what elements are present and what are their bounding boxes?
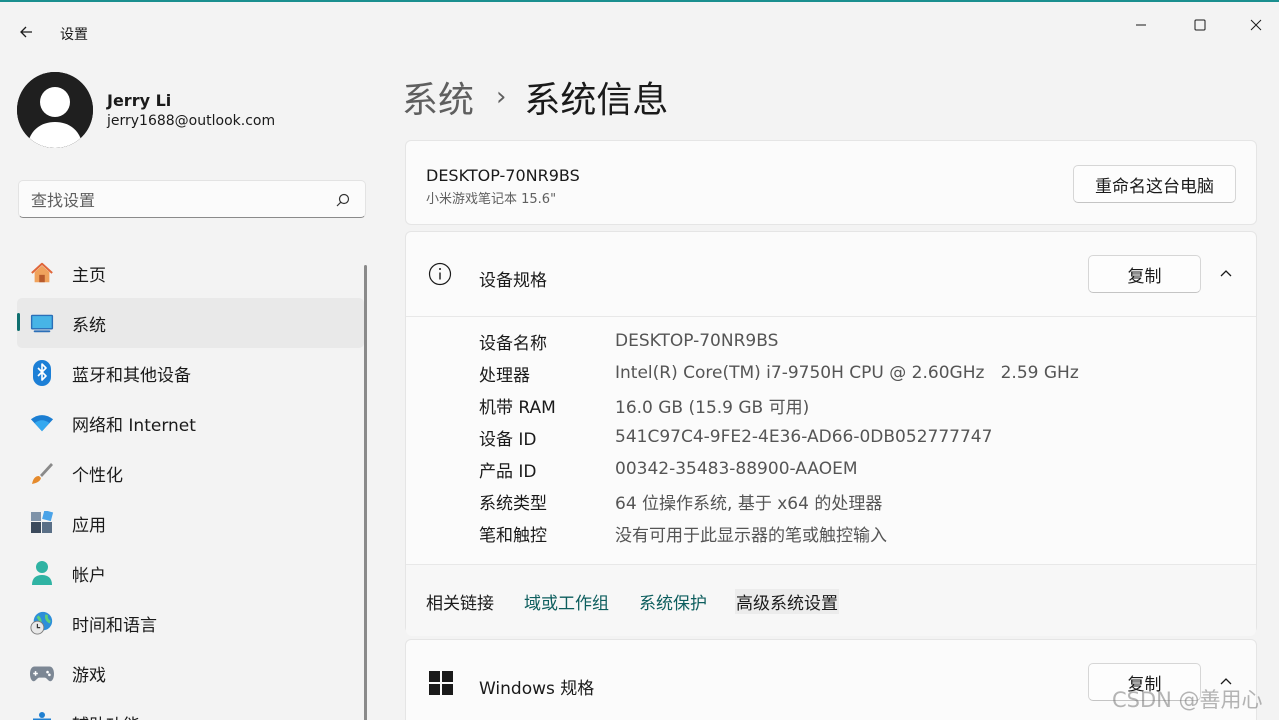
- apps-icon: [30, 511, 54, 535]
- sidebar-item-personalization[interactable]: 个性化: [17, 448, 364, 498]
- title-bar: 设置: [0, 2, 1279, 43]
- sidebar-item-gaming[interactable]: 游戏: [17, 648, 364, 698]
- minimize-icon: [1136, 24, 1146, 26]
- sidebar-scrollbar[interactable]: [364, 265, 367, 720]
- device-specs-card: 设备规格 复制 设备名称 DESKTOP-70NR9BS 处理器 Intel(R…: [405, 231, 1257, 636]
- sidebar-item-accounts[interactable]: 帐户: [17, 548, 364, 598]
- account-icon: [30, 561, 54, 585]
- breadcrumb-parent[interactable]: 系统: [402, 71, 474, 123]
- user-avatar-icon: [17, 72, 93, 148]
- globe-clock-icon: [30, 611, 54, 635]
- windows-specs-title: Windows 规格: [479, 679, 595, 699]
- device-name-card: DESKTOP-70NR9BS 小米游戏笔记本 15.6" 重命名这台电脑: [405, 140, 1257, 225]
- spec-row-device-name: 设备名称 DESKTOP-70NR9BS: [479, 327, 778, 355]
- search-box[interactable]: [18, 180, 366, 218]
- back-arrow-icon: [20, 26, 32, 38]
- related-links-label: 相关链接: [426, 594, 494, 614]
- spec-row-pen-touch: 笔和触控 没有可用于此显示器的笔或触控输入: [479, 519, 887, 547]
- chevron-up-icon: [1220, 270, 1232, 277]
- windows-logo-icon: [429, 671, 453, 695]
- sidebar-nav: 主页 系统 蓝牙和其他设备 网络和 Internet 个性化 应用 帐户 时间和…: [17, 248, 364, 720]
- home-icon: [30, 261, 54, 285]
- sidebar-item-apps[interactable]: 应用: [17, 498, 364, 548]
- spec-key: 系统类型: [479, 493, 547, 514]
- sidebar-item-label: 游戏: [72, 665, 106, 686]
- domain-workgroup-link[interactable]: 域或工作组: [524, 589, 609, 614]
- spec-value: 64 位操作系统, 基于 x64 的处理器: [615, 493, 883, 514]
- spec-row-device-id: 设备 ID 541C97C4-9FE2-4E36-AD66-0DB0527777…: [479, 423, 992, 451]
- info-icon: [428, 262, 452, 286]
- sidebar-item-home[interactable]: 主页: [17, 248, 364, 298]
- back-button[interactable]: [12, 18, 40, 46]
- spec-value: 没有可用于此显示器的笔或触控输入: [615, 525, 887, 546]
- user-name: Jerry Li: [107, 91, 172, 110]
- sidebar-item-time-language[interactable]: 时间和语言: [17, 598, 364, 648]
- wifi-icon: [30, 411, 54, 435]
- spec-key: 笔和触控: [479, 525, 547, 546]
- collapse-specs-button[interactable]: [1216, 264, 1236, 284]
- user-email: jerry1688@outlook.com: [107, 113, 276, 129]
- spec-key: 机带 RAM: [479, 397, 556, 418]
- spec-key: 设备名称: [479, 333, 547, 354]
- active-indicator: [17, 313, 20, 331]
- breadcrumb-separator: ›: [496, 82, 507, 112]
- device-model: 小米游戏笔记本 15.6": [426, 192, 557, 207]
- spec-value: 16.0 GB (15.9 GB 可用): [615, 397, 810, 418]
- device-name: DESKTOP-70NR9BS: [426, 166, 580, 185]
- avatar[interactable]: [17, 72, 93, 148]
- page-title: 系统信息: [524, 80, 669, 121]
- spec-key: 产品 ID: [479, 461, 537, 482]
- copy-specs-button[interactable]: 复制: [1088, 255, 1201, 293]
- bluetooth-icon: [30, 360, 54, 386]
- sidebar-item-network[interactable]: 网络和 Internet: [17, 398, 364, 448]
- divider: [406, 316, 1256, 317]
- app-title: 设置: [60, 27, 88, 43]
- device-specs-title: 设备规格: [479, 271, 547, 291]
- sidebar-item-label: 网络和 Internet: [72, 415, 196, 436]
- spec-row-system-type: 系统类型 64 位操作系统, 基于 x64 的处理器: [479, 487, 882, 515]
- breadcrumb: 系统 › 系统信息: [402, 72, 668, 122]
- sidebar-item-bluetooth[interactable]: 蓝牙和其他设备: [17, 348, 364, 398]
- gamepad-icon: [30, 661, 54, 685]
- system-protection-link[interactable]: 系统保护: [639, 589, 707, 614]
- spec-value: 541C97C4-9FE2-4E36-AD66-0DB052777747: [615, 427, 993, 447]
- sidebar-item-label: 帐户: [72, 565, 106, 586]
- sidebar-item-system[interactable]: 系统: [17, 298, 364, 348]
- spec-value: DESKTOP-70NR9BS: [615, 331, 779, 351]
- spec-key: 处理器: [479, 365, 530, 386]
- brush-icon: [30, 461, 54, 485]
- system-icon: [30, 311, 54, 335]
- rename-pc-button[interactable]: 重命名这台电脑: [1073, 165, 1236, 203]
- spec-value: 00342-35483-88900-AAOEM: [615, 459, 858, 479]
- sidebar-item-label: 系统: [72, 315, 106, 336]
- spec-value: Intel(R) Core(TM) i7-9750H CPU @ 2.60GHz…: [615, 363, 1079, 383]
- spec-row-ram: 机带 RAM 16.0 GB (15.9 GB 可用): [479, 391, 809, 419]
- sidebar-item-label: 辅助功能: [72, 711, 140, 720]
- maximize-button[interactable]: [1177, 10, 1223, 40]
- sidebar-item-label: 蓝牙和其他设备: [72, 365, 191, 386]
- spec-row-product-id: 产品 ID 00342-35483-88900-AAOEM: [479, 455, 858, 483]
- spec-row-processor: 处理器 Intel(R) Core(TM) i7-9750H CPU @ 2.6…: [479, 359, 1079, 387]
- minimize-button[interactable]: [1118, 10, 1164, 40]
- accessibility-icon: [30, 711, 54, 720]
- sidebar-item-label: 应用: [72, 515, 106, 536]
- search-icon[interactable]: [335, 192, 351, 208]
- sidebar-item-accessibility[interactable]: 辅助功能: [17, 698, 364, 720]
- search-input[interactable]: [31, 189, 321, 211]
- watermark: CSDN @善用心: [1112, 688, 1263, 712]
- sidebar-item-label: 个性化: [72, 465, 123, 486]
- close-button[interactable]: [1233, 10, 1279, 40]
- sidebar-item-label: 主页: [72, 265, 106, 286]
- advanced-system-settings-link[interactable]: 高级系统设置: [735, 589, 839, 614]
- related-links-bar: 相关链接 域或工作组 系统保护 高级系统设置: [406, 564, 1256, 636]
- close-icon: [1250, 19, 1262, 31]
- spec-key: 设备 ID: [479, 429, 537, 450]
- maximize-icon: [1194, 19, 1206, 31]
- sidebar-item-label: 时间和语言: [72, 615, 157, 636]
